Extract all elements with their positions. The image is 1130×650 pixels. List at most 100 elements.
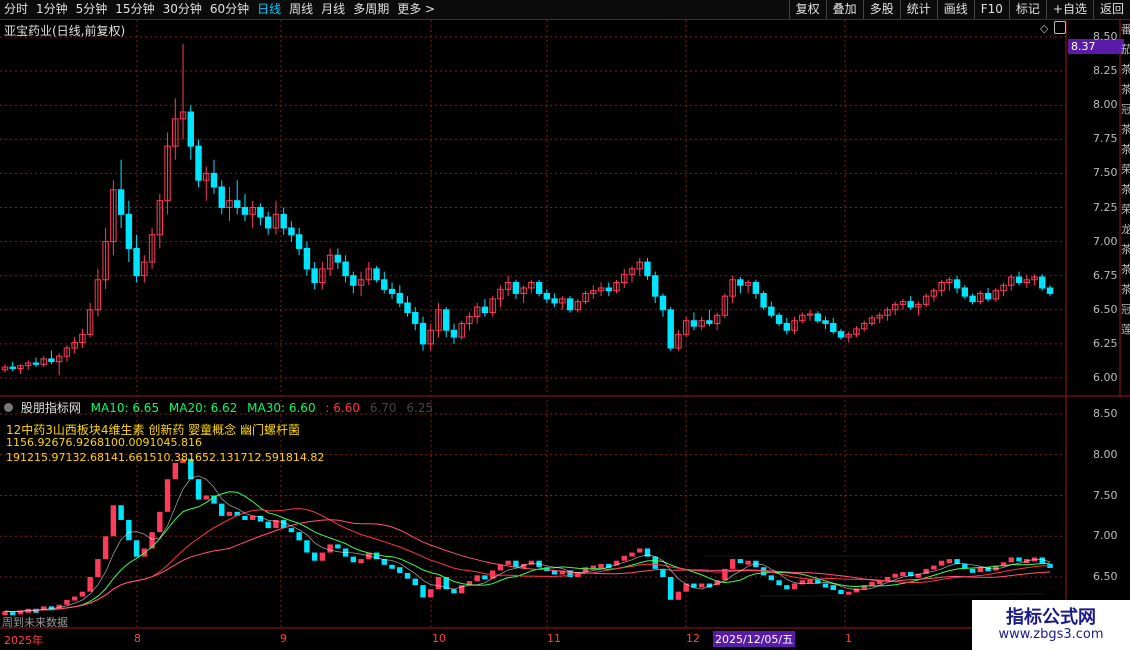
candle-body-124 <box>961 287 969 297</box>
indicator-bar-31 <box>242 515 248 520</box>
indicator-bar-46 <box>358 559 364 564</box>
candle-body-25 <box>195 145 202 181</box>
y-tick-bottom-2: 7.50 <box>1093 488 1118 502</box>
candle-body-45 <box>350 275 357 286</box>
candle-body-48 <box>373 268 380 281</box>
candle-body-117 <box>907 301 914 308</box>
x-label-jan: 1 <box>845 632 852 645</box>
candle-body-78 <box>605 287 612 292</box>
candle-body-15 <box>117 189 125 215</box>
indicator-bar-112 <box>869 581 875 586</box>
indicator-bar-62 <box>482 575 488 580</box>
candle-body-28 <box>218 186 225 208</box>
candle-body-127 <box>984 292 992 300</box>
ma10-line <box>4 491 1051 613</box>
y-tick-top-3: 6.75 <box>1093 268 1118 282</box>
window-icon[interactable] <box>1054 21 1066 34</box>
candle-body-31 <box>241 207 249 215</box>
y-tick-top-9: 8.25 <box>1093 64 1118 78</box>
candle-body-105 <box>814 313 821 322</box>
candle-body-37 <box>288 227 295 236</box>
indicator-bar-122 <box>946 559 953 564</box>
indicator-bar-110 <box>853 588 860 593</box>
candle-body-52 <box>404 302 411 314</box>
candle-body-98 <box>760 292 767 308</box>
candle-body-40 <box>311 268 318 284</box>
indicator-bar-8 <box>64 599 70 605</box>
y-tick-top-8: 8.00 <box>1093 98 1118 112</box>
y-tick-top-4: 7.00 <box>1093 234 1118 248</box>
indicator-bar-121 <box>938 560 945 566</box>
indicator-bar-85 <box>660 568 666 577</box>
candle-body-54 <box>419 322 427 345</box>
indicator-bar-130 <box>1008 557 1015 563</box>
indicator-bar-41 <box>319 552 326 561</box>
indicator-bar-102 <box>791 583 798 590</box>
y-tick-bottom-1: 7.00 <box>1093 529 1118 543</box>
indicator-bar-55 <box>428 589 434 598</box>
chart-canvas[interactable] <box>0 0 1130 650</box>
indicator-bar-99 <box>768 575 775 581</box>
extra-value-3: 6.25 <box>406 401 434 415</box>
ma5-line <box>4 475 1051 613</box>
candle-body-27 <box>210 172 218 188</box>
indicator-bar-96 <box>745 560 751 565</box>
candle-body-89 <box>690 320 698 327</box>
indicator-bar-108 <box>838 590 844 595</box>
indicator-bar-115 <box>892 573 898 578</box>
y-tick-top-1: 6.25 <box>1093 336 1118 350</box>
indicator-bar-54 <box>420 585 426 598</box>
indicator-bar-116 <box>900 572 906 577</box>
candle-body-97 <box>752 282 760 294</box>
candle-body-85 <box>659 295 667 311</box>
y-tick-top-0: 6.00 <box>1093 371 1118 384</box>
candle-body-99 <box>768 306 775 316</box>
x-label-oct: 10 <box>432 632 446 645</box>
candle-body-17 <box>133 247 140 277</box>
candle-body-108 <box>837 331 845 338</box>
indicator-bar-20 <box>157 511 163 533</box>
channel-bottom <box>759 593 1046 597</box>
future-data-label: 周到未来数据 <box>2 616 68 629</box>
candle-body-51 <box>396 292 403 304</box>
indicator-bar-64 <box>497 564 504 571</box>
indicator-bar-28 <box>219 503 225 516</box>
candle-body-33 <box>257 207 264 218</box>
candle-body-71 <box>551 298 558 304</box>
candle-body-4 <box>32 362 40 365</box>
indicator-bar-11 <box>87 577 93 592</box>
indicator-bar-80 <box>621 555 627 561</box>
indicator-bar-52 <box>404 572 411 579</box>
candle-body-95 <box>737 279 744 286</box>
indicator-bar-45 <box>350 556 357 563</box>
indicator-bar-43 <box>335 544 341 549</box>
candle-body-73 <box>566 298 574 311</box>
candle-body-43 <box>334 254 342 263</box>
indicator-bar-40 <box>311 552 318 561</box>
indicator-name: 股朋指标网 <box>20 401 81 415</box>
candle-body-1 <box>9 366 16 369</box>
indicator-bar-95 <box>737 559 744 564</box>
indicator-bar-38 <box>296 532 302 541</box>
ma20-label: MA20: 6.62 <box>168 401 238 415</box>
side-panel-strip: 番茄茶茶冠茶茶荣茶荣龙茶茶茶冠莲 <box>1121 23 1130 336</box>
indicator-bar-50 <box>389 564 395 569</box>
indicator-bar-29 <box>226 511 233 516</box>
indicator-toggle-icon[interactable] <box>4 403 13 412</box>
ma30-label: MA30: 6.60 <box>247 401 316 415</box>
indicator-bar-26 <box>203 495 209 500</box>
candle-body-131 <box>1015 276 1023 284</box>
indicator-bar-34 <box>265 521 271 529</box>
indicator-bar-82 <box>637 548 643 553</box>
diamond-icon[interactable]: ◇ <box>1040 22 1048 35</box>
x-label-nov: 11 <box>547 632 561 645</box>
indicator-bar-56 <box>435 577 442 590</box>
indicator-bar-77 <box>598 563 604 568</box>
indicator-bar-39 <box>304 540 310 553</box>
candle-body-123 <box>953 279 961 289</box>
indicator-bar-17 <box>133 540 140 557</box>
y-tick-top-7: 7.75 <box>1093 132 1118 146</box>
indicator-bar-53 <box>412 578 418 586</box>
candle-body-91 <box>706 320 713 324</box>
data-line-b: 191215.97132.68141.661510.381652.131712.… <box>6 451 325 464</box>
